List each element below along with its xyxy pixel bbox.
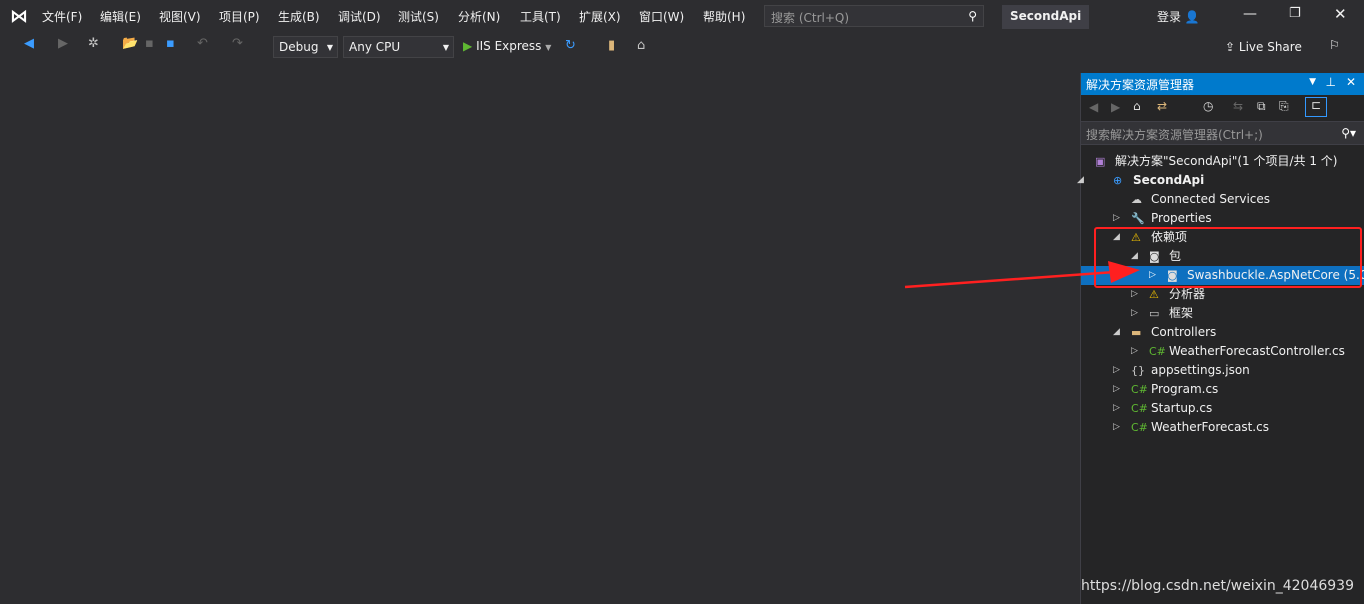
watermark: https://blog.csdn.net/weixin_42046939 — [1080, 578, 1354, 594]
annotation-arrow — [904, 261, 1140, 289]
